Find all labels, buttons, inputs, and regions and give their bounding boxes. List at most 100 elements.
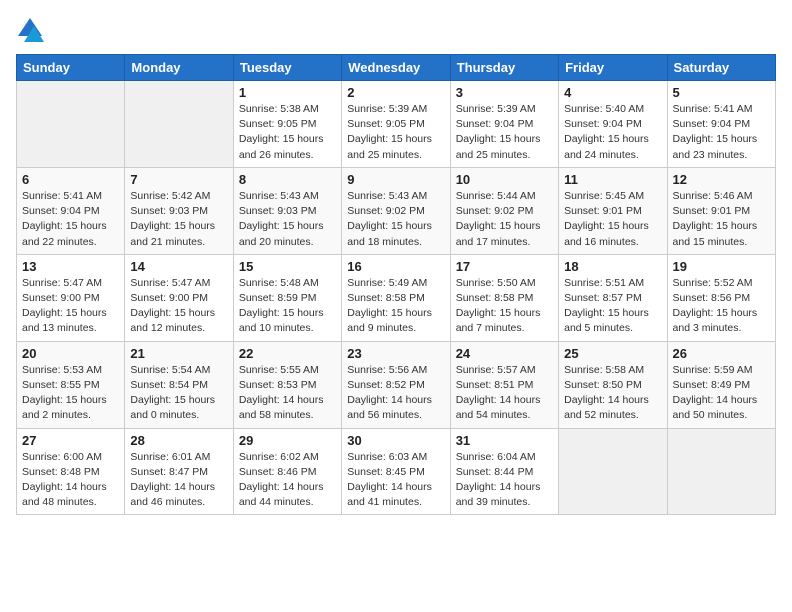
day-number: 31: [456, 433, 553, 448]
day-number: 2: [347, 85, 444, 100]
calendar-table: SundayMondayTuesdayWednesdayThursdayFrid…: [16, 54, 776, 515]
calendar-cell: 12Sunrise: 5:46 AMSunset: 9:01 PMDayligh…: [667, 167, 775, 254]
weekday-header-tuesday: Tuesday: [233, 55, 341, 81]
day-info: Sunrise: 5:55 AMSunset: 8:53 PMDaylight:…: [239, 363, 336, 424]
calendar-cell: 25 Sunrise: 5:58 AMSunset: 8:50 PMDayligh…: [559, 341, 667, 428]
day-info: Sunrise: 5:47 AMSunset: 9:00 PMDaylight:…: [130, 276, 227, 337]
day-number: 24: [456, 346, 553, 361]
day-number: 22: [239, 346, 336, 361]
calendar-cell: 13Sunrise: 5:47 AMSunset: 9:00 PMDayligh…: [17, 254, 125, 341]
calendar-cell: 23Sunrise: 5:56 AMSunset: 8:52 PMDayligh…: [342, 341, 450, 428]
day-number: 3: [456, 85, 553, 100]
calendar-cell: 2 Sunrise: 5:39 AMSunset: 9:05 PMDaylight…: [342, 81, 450, 168]
day-number: 7: [130, 172, 227, 187]
day-info: Sunrise: 5:49 AMSunset: 8:58 PMDaylight:…: [347, 276, 444, 337]
calendar-cell: 20 Sunrise: 5:53 AMSunset: 8:55 PMDayligh…: [17, 341, 125, 428]
day-info: Sunrise: 5:43 AMSunset: 9:02 PMDaylight:…: [347, 189, 444, 250]
day-info: Sunrise: 5:58 AMSunset: 8:50 PMDaylight:…: [564, 363, 661, 424]
calendar-cell: 19 Sunrise: 5:52 AMSunset: 8:56 PMDayligh…: [667, 254, 775, 341]
day-info: Sunrise: 6:04 AMSunset: 8:44 PMDaylight:…: [456, 450, 553, 511]
calendar-cell: 30Sunrise: 6:03 AMSunset: 8:45 PMDayligh…: [342, 428, 450, 515]
day-number: 28: [130, 433, 227, 448]
day-info: Sunrise: 6:03 AMSunset: 8:45 PMDaylight:…: [347, 450, 444, 511]
day-number: 16: [347, 259, 444, 274]
day-number: 11: [564, 172, 661, 187]
calendar-week-3: 13Sunrise: 5:47 AMSunset: 9:00 PMDayligh…: [17, 254, 776, 341]
day-info: Sunrise: 5:41 AMSunset: 9:04 PMDaylight:…: [673, 102, 770, 163]
calendar-week-4: 20 Sunrise: 5:53 AMSunset: 8:55 PMDayligh…: [17, 341, 776, 428]
logo-icon: [16, 16, 44, 44]
calendar-cell: [559, 428, 667, 515]
day-number: 14: [130, 259, 227, 274]
day-info: Sunrise: 5:52 AMSunset: 8:56 PMDaylight:…: [673, 276, 770, 337]
day-number: 25: [564, 346, 661, 361]
day-info: Sunrise: 5:45 AMSunset: 9:01 PMDaylight:…: [564, 189, 661, 250]
weekday-header-friday: Friday: [559, 55, 667, 81]
day-number: 15: [239, 259, 336, 274]
weekday-header-thursday: Thursday: [450, 55, 558, 81]
logo: [16, 16, 48, 44]
day-info: Sunrise: 5:48 AMSunset: 8:59 PMDaylight:…: [239, 276, 336, 337]
day-info: Sunrise: 5:54 AMSunset: 8:54 PMDaylight:…: [130, 363, 227, 424]
calendar-cell: 8 Sunrise: 5:43 AMSunset: 9:03 PMDaylight…: [233, 167, 341, 254]
day-info: Sunrise: 5:51 AMSunset: 8:57 PMDaylight:…: [564, 276, 661, 337]
day-number: 12: [673, 172, 770, 187]
day-info: Sunrise: 5:53 AMSunset: 8:55 PMDaylight:…: [22, 363, 119, 424]
calendar-cell: 16 Sunrise: 5:49 AMSunset: 8:58 PMDayligh…: [342, 254, 450, 341]
day-info: Sunrise: 6:02 AMSunset: 8:46 PMDaylight:…: [239, 450, 336, 511]
weekday-header-monday: Monday: [125, 55, 233, 81]
weekday-header-saturday: Saturday: [667, 55, 775, 81]
day-info: Sunrise: 5:44 AMSunset: 9:02 PMDaylight:…: [456, 189, 553, 250]
day-number: 17: [456, 259, 553, 274]
calendar-cell: [17, 81, 125, 168]
day-number: 9: [347, 172, 444, 187]
calendar-cell: 28 Sunrise: 6:01 AMSunset: 8:47 PMDayligh…: [125, 428, 233, 515]
calendar-week-1: 1Sunrise: 5:38 AMSunset: 9:05 PMDaylight…: [17, 81, 776, 168]
calendar-cell: 21 Sunrise: 5:54 AMSunset: 8:54 PMDayligh…: [125, 341, 233, 428]
day-number: 27: [22, 433, 119, 448]
calendar-cell: 22 Sunrise: 5:55 AMSunset: 8:53 PMDayligh…: [233, 341, 341, 428]
day-number: 18: [564, 259, 661, 274]
calendar-cell: 11 Sunrise: 5:45 AMSunset: 9:01 PMDayligh…: [559, 167, 667, 254]
weekday-header-wednesday: Wednesday: [342, 55, 450, 81]
calendar-cell: 24 Sunrise: 5:57 AMSunset: 8:51 PMDayligh…: [450, 341, 558, 428]
day-info: Sunrise: 5:42 AMSunset: 9:03 PMDaylight:…: [130, 189, 227, 250]
day-number: 6: [22, 172, 119, 187]
calendar-cell: 31 Sunrise: 6:04 AMSunset: 8:44 PMDayligh…: [450, 428, 558, 515]
calendar-cell: 9 Sunrise: 5:43 AMSunset: 9:02 PMDaylight…: [342, 167, 450, 254]
day-number: 1: [239, 85, 336, 100]
day-info: Sunrise: 5:39 AMSunset: 9:04 PMDaylight:…: [456, 102, 553, 163]
day-info: Sunrise: 6:00 AMSunset: 8:48 PMDaylight:…: [22, 450, 119, 511]
calendar-week-2: 6Sunrise: 5:41 AMSunset: 9:04 PMDaylight…: [17, 167, 776, 254]
calendar-cell: [125, 81, 233, 168]
day-number: 26: [673, 346, 770, 361]
day-number: 4: [564, 85, 661, 100]
calendar-cell: 3 Sunrise: 5:39 AMSunset: 9:04 PMDaylight…: [450, 81, 558, 168]
day-info: Sunrise: 5:43 AMSunset: 9:03 PMDaylight:…: [239, 189, 336, 250]
day-info: Sunrise: 5:57 AMSunset: 8:51 PMDaylight:…: [456, 363, 553, 424]
calendar-cell: 1Sunrise: 5:38 AMSunset: 9:05 PMDaylight…: [233, 81, 341, 168]
day-info: Sunrise: 5:50 AMSunset: 8:58 PMDaylight:…: [456, 276, 553, 337]
day-info: Sunrise: 5:39 AMSunset: 9:05 PMDaylight:…: [347, 102, 444, 163]
day-number: 19: [673, 259, 770, 274]
day-info: Sunrise: 5:40 AMSunset: 9:04 PMDaylight:…: [564, 102, 661, 163]
day-number: 8: [239, 172, 336, 187]
calendar-cell: 17 Sunrise: 5:50 AMSunset: 8:58 PMDayligh…: [450, 254, 558, 341]
calendar-cell: 4 Sunrise: 5:40 AMSunset: 9:04 PMDaylight…: [559, 81, 667, 168]
calendar-cell: 15 Sunrise: 5:48 AMSunset: 8:59 PMDayligh…: [233, 254, 341, 341]
day-number: 5: [673, 85, 770, 100]
calendar-cell: 14 Sunrise: 5:47 AMSunset: 9:00 PMDayligh…: [125, 254, 233, 341]
page-header: [16, 16, 776, 44]
day-number: 29: [239, 433, 336, 448]
calendar-cell: 5 Sunrise: 5:41 AMSunset: 9:04 PMDaylight…: [667, 81, 775, 168]
day-number: 20: [22, 346, 119, 361]
day-info: Sunrise: 6:01 AMSunset: 8:47 PMDaylight:…: [130, 450, 227, 511]
calendar-cell: [667, 428, 775, 515]
day-info: Sunrise: 5:47 AMSunset: 9:00 PMDaylight:…: [22, 276, 119, 337]
calendar-cell: 27 Sunrise: 6:00 AMSunset: 8:48 PMDayligh…: [17, 428, 125, 515]
day-number: 21: [130, 346, 227, 361]
day-info: Sunrise: 5:59 AMSunset: 8:49 PMDaylight:…: [673, 363, 770, 424]
day-number: 23: [347, 346, 444, 361]
weekday-header-sunday: Sunday: [17, 55, 125, 81]
calendar-cell: 18 Sunrise: 5:51 AMSunset: 8:57 PMDayligh…: [559, 254, 667, 341]
